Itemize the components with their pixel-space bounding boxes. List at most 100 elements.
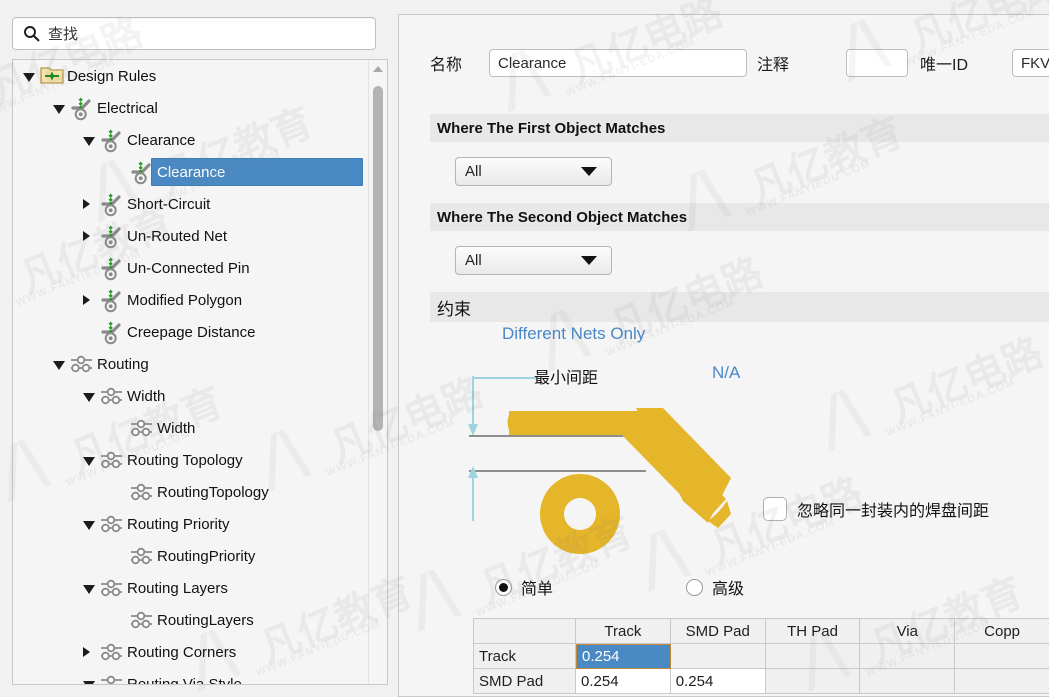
tree-expand-arrow-open-icon[interactable] [83, 521, 95, 530]
tree-expand-arrow-open-icon[interactable] [23, 73, 35, 82]
table-cell[interactable] [955, 669, 1049, 694]
tree-expand-arrow-open-icon[interactable] [83, 457, 95, 466]
mode-advanced-label: 高级 [712, 575, 744, 599]
tree-item-routing-priority[interactable]: Routing Priority [13, 508, 387, 540]
tree-item-electrical[interactable]: Electrical [13, 92, 387, 124]
tree-item-design-rules[interactable]: Design Rules [13, 60, 387, 92]
mode-simple-label: 简单 [521, 575, 553, 599]
table-column-header[interactable]: Track [576, 619, 671, 644]
tree-item-routing-layers[interactable]: Routing Layers [13, 572, 387, 604]
tree-expand-arrow-closed-icon[interactable] [83, 231, 90, 241]
table-cell[interactable]: 0.254 [576, 669, 671, 694]
routing-rule-icon [99, 575, 125, 601]
tree-item-label: Width [157, 420, 195, 437]
first-object-scope-dropdown[interactable]: All [455, 157, 612, 186]
tree-item-width[interactable]: Width [13, 412, 387, 444]
table-cell[interactable] [766, 644, 861, 669]
second-object-scope-dropdown[interactable]: All [455, 246, 612, 275]
tree-item-modified-polygon[interactable]: Modified Polygon [13, 284, 387, 316]
tree-item-creepage-distance[interactable]: Creepage Distance [13, 316, 387, 348]
table-column-header[interactable]: TH Pad [766, 619, 861, 644]
radio-dot-selected-icon [495, 579, 512, 596]
tree-item-routing[interactable]: Routing [13, 348, 387, 380]
tree-item-routinglayers[interactable]: RoutingLayers [13, 604, 387, 636]
mode-simple-radio[interactable]: 简单 [495, 575, 553, 599]
tree-item-label: Modified Polygon [127, 292, 242, 309]
tree-item-routing-topology[interactable]: Routing Topology [13, 444, 387, 476]
search-input[interactable]: 查找 [12, 17, 376, 50]
tree-expand-arrow-closed-icon[interactable] [83, 295, 90, 305]
tree-item-label: Electrical [97, 100, 158, 117]
tree-expand-arrow-open-icon[interactable] [83, 585, 95, 594]
name-label: 名称 [430, 51, 462, 75]
routing-rule-icon [129, 415, 155, 441]
search-icon [23, 25, 40, 42]
tree-item-un-routed-net[interactable]: Un-Routed Net [13, 220, 387, 252]
scrollbar-thumb[interactable] [373, 86, 383, 431]
name-field[interactable]: Clearance [489, 49, 747, 77]
tree-item-routing-via-style[interactable]: Routing Via Style [13, 668, 387, 685]
table-cell[interactable] [955, 644, 1049, 669]
tree-expand-arrow-open-icon[interactable] [83, 681, 95, 685]
tree-item-clearance[interactable]: Clearance [13, 156, 387, 188]
tree-item-width[interactable]: Width [13, 380, 387, 412]
routing-rule-icon [99, 671, 125, 685]
unique-id-field[interactable]: FKV [1012, 49, 1049, 77]
tree-expand-arrow-open-icon[interactable] [53, 105, 65, 114]
scroll-up-arrow-icon[interactable] [373, 66, 383, 72]
tree-item-routing-corners[interactable]: Routing Corners [13, 636, 387, 668]
electrical-rule-icon [129, 159, 155, 185]
table-row: SMD Pad0.2540.254 [474, 669, 1049, 694]
electrical-rule-icon [99, 191, 125, 217]
table-cell-selected[interactable]: 0.254 [576, 644, 671, 669]
table-column-header[interactable]: Via [860, 619, 955, 644]
clearance-matrix-table[interactable]: TrackSMD PadTH PadViaCoppTrack0.254SMD P… [473, 618, 1049, 694]
electrical-rule-icon [99, 223, 125, 249]
tree-item-label: Creepage Distance [127, 324, 255, 341]
routing-rule-icon [99, 447, 125, 473]
table-column-header[interactable]: SMD Pad [671, 619, 766, 644]
ignore-pad-clearance-checkbox-row[interactable]: 忽略同一封装内的焊盘间距 [763, 497, 989, 521]
routing-rule-icon [99, 383, 125, 409]
tree-item-label: Clearance [127, 132, 195, 149]
tree-item-clearance[interactable]: Clearance [13, 124, 387, 156]
tree-item-short-circuit[interactable]: Short-Circuit [13, 188, 387, 220]
na-label: N/A [712, 363, 740, 383]
table-cell[interactable] [671, 644, 766, 669]
tree-item-label: RoutingPriority [157, 548, 255, 565]
table-row-header[interactable]: Track [474, 644, 576, 669]
rules-navigator-panel: 查找 Design Rules Electrical Clearance Cleara… [0, 0, 398, 695]
tree-expand-arrow-closed-icon[interactable] [83, 647, 90, 657]
chevron-down-icon [581, 167, 597, 176]
tree-item-un-connected-pin[interactable]: Un-Connected Pin [13, 252, 387, 284]
table-cell[interactable]: 0.254 [671, 669, 766, 694]
tree-item-label: Un-Connected Pin [127, 260, 250, 277]
routing-rule-icon [69, 351, 95, 377]
clearance-diagram-svg [431, 316, 851, 576]
table-column-header[interactable]: Copp [955, 619, 1049, 644]
search-input-text: 查找 [48, 23, 78, 44]
tree-item-routingtopology[interactable]: RoutingTopology [13, 476, 387, 508]
unique-id-label: 唯一ID [920, 51, 968, 75]
clearance-diagram: Different Nets Only 最小间距 N/A [431, 316, 851, 576]
tree-item-label: RoutingLayers [157, 612, 254, 629]
tree-expand-arrow-open-icon[interactable] [83, 393, 95, 402]
rules-tree[interactable]: Design Rules Electrical Clearance Clearance… [12, 59, 388, 685]
table-cell[interactable] [766, 669, 861, 694]
tree-expand-arrow-closed-icon[interactable] [83, 199, 90, 209]
mode-advanced-radio[interactable]: 高级 [686, 575, 744, 599]
second-object-scope-value: All [465, 252, 581, 269]
table-cell[interactable] [860, 669, 955, 694]
tree-expand-arrow-open-icon[interactable] [53, 361, 65, 370]
ignore-pad-clearance-checkbox[interactable] [763, 497, 787, 521]
tree-expand-arrow-open-icon[interactable] [83, 137, 95, 146]
first-object-scope-value: All [465, 163, 581, 180]
min-clearance-label: 最小间距 [534, 364, 598, 388]
tree-item-routingpriority[interactable]: RoutingPriority [13, 540, 387, 572]
table-cell[interactable] [860, 644, 955, 669]
comment-field[interactable] [846, 49, 908, 77]
table-row-header[interactable]: SMD Pad [474, 669, 576, 694]
comment-label: 注释 [757, 51, 789, 75]
tree-item-label: Clearance [157, 164, 225, 181]
tree-scrollbar[interactable] [368, 60, 387, 684]
